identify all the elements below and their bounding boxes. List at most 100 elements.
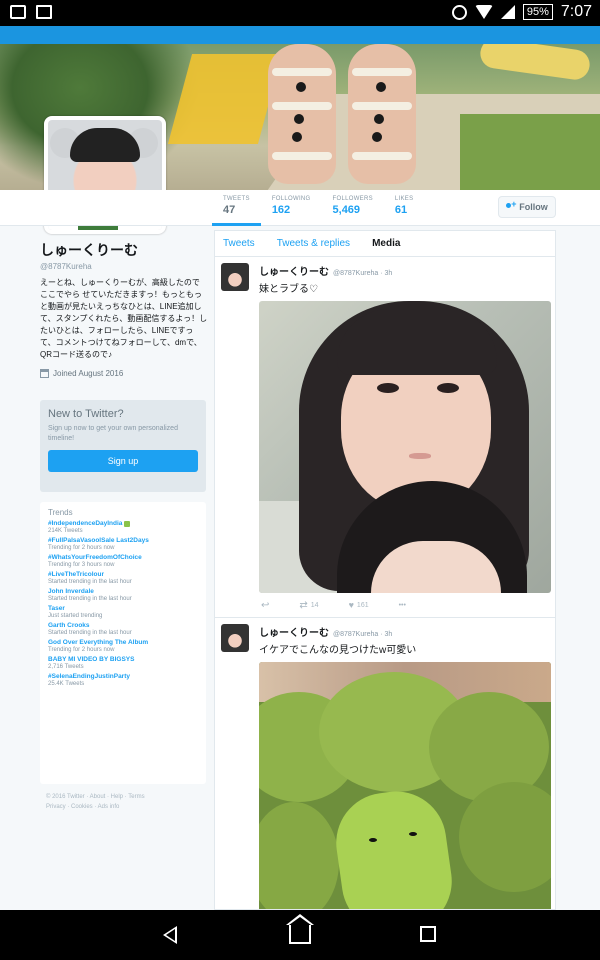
profile-nav: TWEETS 47 FOLLOWING 162 FOLLOWERS 5,469 … — [0, 190, 600, 226]
tweet-author-handle[interactable]: @8787Kureha · 3h — [333, 631, 392, 638]
banner-feet — [268, 44, 428, 190]
trend-meta: Just started trending — [48, 613, 103, 619]
joined-label: Joined August 2016 — [53, 369, 124, 378]
stat-label: TWEETS — [223, 196, 250, 202]
tweet-actions: 14 161 ••• — [259, 593, 547, 617]
trend-meta: Started trending in the last hour — [48, 596, 132, 602]
battery-icon: 95% — [522, 4, 553, 20]
trend-meta: 214K Tweets — [48, 528, 83, 534]
tweet-text: 妹とラブる♡ — [259, 284, 318, 295]
trend-name: #SelenaEndingJustinParty — [48, 673, 130, 680]
footer-links: © 2016 Twitter · About · Help · Terms Pr… — [46, 792, 206, 812]
new-to-twitter-subtitle: Sign up now to get your own personalized… — [48, 425, 178, 442]
more-icon[interactable]: ••• — [399, 602, 406, 609]
stat-value: 47 — [223, 204, 236, 216]
trend-name: God Over Everything The Album — [48, 639, 149, 646]
trend-meta: Trending for 2 hours now — [48, 545, 115, 551]
trend-item[interactable]: #FullPalsaVasoolSale Last2Days Trending … — [48, 537, 198, 551]
profile-bio: えーとね、しゅーくりーむが、高級したので ここでやら せていただきますっ！もっと… — [40, 278, 208, 359]
reply-icon[interactable] — [261, 600, 269, 611]
tweet-avatar[interactable] — [221, 263, 249, 291]
flag-icon — [124, 520, 131, 527]
stat-value: 162 — [271, 204, 291, 216]
tweet-photo[interactable] — [259, 301, 551, 593]
trend-item[interactable]: God Over Everything The Album Trending f… — [48, 639, 198, 653]
trend-name: #IndependenceDayIndia — [48, 520, 123, 527]
follow-label: Follow — [519, 202, 548, 212]
display-name[interactable]: しゅーくりーむ — [40, 240, 208, 260]
like-icon[interactable]: 161 — [349, 600, 369, 610]
trend-meta: 2,716 Tweets — [48, 664, 84, 670]
trend-meta: Started trending in the last hour — [48, 630, 132, 636]
stat-label: FOLLOWING — [271, 196, 311, 202]
home-icon[interactable] — [286, 914, 314, 944]
tweet-author-handle[interactable]: @8787Kureha · 3h — [333, 270, 392, 277]
trend-item[interactable]: Garth Crooks Started trending in the las… — [48, 622, 198, 636]
tweet-avatar[interactable] — [221, 624, 249, 652]
status-bar: 95% 7:07 — [0, 0, 600, 26]
trend-meta: Trending for 2 hours now — [48, 647, 115, 653]
like-count: 161 — [356, 601, 369, 609]
profile-sidebar: しゅーくりーむ @8787Kureha えーとね、しゅーくりーむが、高級したので… — [40, 240, 208, 378]
trend-name: #LiveTheTricolour — [48, 571, 104, 578]
retweet-icon[interactable]: 14 — [299, 600, 319, 611]
incognito-icon — [10, 5, 26, 19]
tweet[interactable]: しゅーくりーむ @8787Kureha · 3h 妹とラブる♡ 14 161 •… — [215, 257, 555, 618]
trend-name: #FullPalsaVasoolSale Last2Days — [48, 537, 149, 544]
trend-name: Garth Crooks — [48, 622, 90, 629]
banner-grass — [460, 114, 600, 190]
tweet-author-name[interactable]: しゅーくりーむ — [259, 263, 329, 278]
trend-item[interactable]: John Inverdale Started trending in the l… — [48, 588, 198, 602]
stat-following[interactable]: FOLLOWING 162 — [261, 190, 322, 226]
tab-media[interactable]: Media — [372, 238, 400, 249]
stat-label: FOLLOWERS — [332, 196, 373, 202]
trend-meta: 25.4K Tweets — [48, 681, 85, 687]
trends-box: Trends #IndependenceDayIndia 214K Tweets… — [40, 502, 206, 784]
trend-item[interactable]: #LiveTheTricolour Started trending in th… — [48, 571, 198, 585]
wifi-icon — [474, 5, 493, 19]
android-nav-bar — [0, 910, 600, 960]
footer-line-2[interactable]: Privacy · Cookies · Ads info — [46, 802, 206, 812]
trend-name: BABY MI VIDEO BY BIGSYS — [48, 656, 135, 663]
tweet[interactable]: しゅーくりーむ @8787Kureha · 3h イケアでこんなの見つけたw可愛… — [215, 618, 555, 909]
trend-item[interactable]: #IndependenceDayIndia 214K Tweets — [48, 520, 198, 534]
top-stripe — [0, 26, 600, 44]
tweet-photo[interactable] — [259, 662, 551, 909]
stat-likes[interactable]: LIKES 61 — [384, 190, 425, 226]
trends-title: Trends — [48, 508, 73, 517]
signup-button[interactable]: Sign up — [48, 450, 198, 472]
user-handle[interactable]: @8787Kureha — [40, 262, 208, 271]
trend-meta: Trending for 3 hours now — [48, 562, 115, 568]
retweet-count: 14 — [310, 601, 319, 609]
follow-button[interactable]: Follow — [498, 196, 556, 218]
back-icon[interactable] — [163, 926, 177, 944]
clock: 7:07 — [560, 3, 592, 20]
timeline: Tweets Tweets & replies Media しゅーくりーむ @8… — [214, 230, 556, 910]
tweet-text: イケアでこんなの見つけたw可愛い — [259, 645, 417, 656]
tab-tweets[interactable]: Tweets — [223, 238, 255, 249]
footer-line-1[interactable]: © 2016 Twitter · About · Help · Terms — [46, 792, 206, 802]
trend-meta: Started trending in the last hour — [48, 579, 132, 585]
stat-label: LIKES — [394, 196, 414, 202]
user-plus-icon — [506, 199, 517, 211]
trend-item[interactable]: #WhatsYourFreedomOfChoice Trending for 3… — [48, 554, 198, 568]
tab-tweets-replies[interactable]: Tweets & replies — [277, 238, 350, 249]
new-to-twitter-box: New to Twitter? Sign up now to get your … — [40, 400, 206, 492]
trend-item[interactable]: Taser Just started trending — [48, 605, 198, 619]
recent-apps-icon[interactable] — [420, 926, 436, 942]
banner-slide-2 — [478, 44, 592, 82]
calendar-icon — [40, 369, 49, 378]
stat-value: 61 — [394, 204, 408, 216]
new-to-twitter-title: New to Twitter? — [48, 408, 124, 420]
twitter-profile-page: TWEETS 47 FOLLOWING 162 FOLLOWERS 5,469 … — [0, 26, 600, 910]
stat-followers[interactable]: FOLLOWERS 5,469 — [322, 190, 384, 226]
trend-item[interactable]: #SelenaEndingJustinParty 25.4K Tweets — [48, 673, 198, 687]
trend-name: Taser — [48, 605, 65, 612]
trend-item[interactable]: BABY MI VIDEO BY BIGSYS 2,716 Tweets — [48, 656, 198, 670]
tweet-author-name[interactable]: しゅーくりーむ — [259, 624, 329, 639]
joined-date: Joined August 2016 — [40, 369, 208, 378]
stat-tweets[interactable]: TWEETS 47 — [212, 190, 261, 226]
timeline-tabs: Tweets Tweets & replies Media — [215, 231, 555, 257]
trend-name: #WhatsYourFreedomOfChoice — [48, 554, 142, 561]
stat-value: 5,469 — [332, 204, 361, 216]
